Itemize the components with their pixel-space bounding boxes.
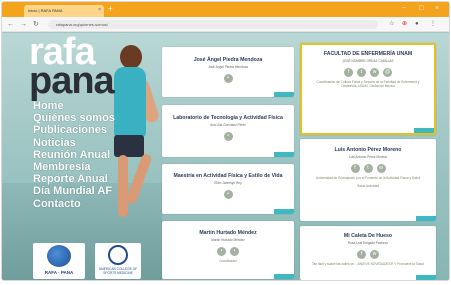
- card-corner-tab: [274, 152, 294, 157]
- card-subtitle: Rosa Leal Delgado Pacheco: [347, 241, 389, 245]
- address-bar[interactable]: rafapana.org/quienes-somos/: [48, 20, 378, 29]
- rafa-pana-logo-badge[interactable]: RAFA · PANA: [33, 243, 85, 279]
- card-title: Martín Hurtado Méndez: [199, 230, 257, 236]
- browser-tab[interactable]: Inicio | RAFA PANA ×: [24, 5, 104, 17]
- close-window-icon[interactable]: ×: [435, 4, 439, 14]
- card-subtitle: Ellen Jamesyn Rey: [214, 181, 242, 185]
- web-icon[interactable]: w: [370, 250, 379, 259]
- card-corner-tab: [274, 92, 294, 97]
- menu-item-publicaciones[interactable]: Publicaciones: [33, 124, 115, 136]
- card-subtitle: Ana Lilia González Pérez: [210, 123, 246, 127]
- globe-icon: [47, 245, 71, 267]
- link-icon[interactable]: •: [223, 190, 233, 199]
- extension-icon[interactable]: ⊕: [402, 20, 407, 29]
- card-subtitle: Martín Hurtado Méndez: [211, 238, 245, 242]
- card-corner-tab: [416, 275, 436, 280]
- facebook-icon[interactable]: f: [344, 68, 353, 77]
- card-extra: Salud Actividad: [357, 184, 379, 189]
- member-card[interactable]: Martín Hurtado Méndez Martín Hurtado Mén…: [162, 221, 294, 279]
- member-card[interactable]: Luis Antonio Pérez Moreno Luis Antonio P…: [300, 139, 436, 221]
- card-title: FACULTAD DE ENFERMERÍA UNAM: [323, 51, 413, 57]
- menu-item-home[interactable]: Home: [33, 100, 115, 112]
- reload-icon[interactable]: ↻: [33, 20, 39, 29]
- menu-item-noticias[interactable]: Noticias: [33, 137, 115, 149]
- card-body: Tan fácil y suave las calles se... ¡MUEV…: [311, 262, 425, 266]
- card-subtitle: JOSÉ NOMBRE ORDAZ CASILLAS: [342, 59, 394, 63]
- card-subtitle: José Ángel Piedra Mendoza: [208, 65, 248, 69]
- card-subtitle: Luis Antonio Pérez Moreno: [348, 155, 388, 159]
- tab-title: Inicio | RAFA PANA: [28, 8, 63, 13]
- menu-item-quienes-somos[interactable]: Quiénes somos: [33, 112, 115, 124]
- card-title: José Ángel Piedra Mendoza: [193, 57, 263, 63]
- twitter-icon[interactable]: t: [357, 68, 366, 77]
- link-icon[interactable]: •: [223, 132, 233, 141]
- member-card[interactable]: Mi Caleta De Hueso Rosa Leal Delgado Pac…: [300, 226, 436, 280]
- member-card[interactable]: Laboratorio de Tecnología y Actividad Fí…: [162, 105, 294, 157]
- email-icon[interactable]: •: [230, 247, 239, 256]
- web-page: rafa pana Home Quiénes somos Publicacion…: [2, 33, 449, 280]
- email-icon[interactable]: @: [383, 68, 392, 77]
- menu-item-dia-mundial-af[interactable]: Día Mundial AF: [33, 185, 115, 197]
- facebook-icon[interactable]: f: [350, 164, 360, 173]
- card-corner-tab: [274, 274, 294, 279]
- main-menu: Home Quiénes somos Publicaciones Noticia…: [33, 100, 115, 210]
- star-icon[interactable]: ☆: [389, 20, 394, 29]
- link-icon[interactable]: •: [223, 74, 233, 83]
- rafa-badge-caption: RAFA · PANA: [44, 270, 74, 275]
- menu-item-reunion-anual[interactable]: Reunión Anual: [33, 149, 115, 161]
- menu-item-contacto[interactable]: Contacto: [33, 198, 115, 210]
- acsm-seal-icon: [108, 245, 128, 265]
- tab-bar: Inicio | RAFA PANA × + − □ ×: [2, 2, 449, 17]
- minimize-icon[interactable]: −: [402, 4, 406, 14]
- member-card[interactable]: Maestría en Actividad Física y Estilo de…: [162, 164, 294, 214]
- back-icon[interactable]: ←: [7, 20, 14, 29]
- url-text: rafapana.org/quienes-somos/: [56, 22, 109, 27]
- card-body: Coordinación de Cultura Física y Deporte…: [316, 80, 420, 89]
- tab-close-icon[interactable]: ×: [98, 7, 101, 13]
- web-icon[interactable]: w: [370, 68, 379, 77]
- menu-icon[interactable]: ⋮: [430, 20, 436, 29]
- maximize-icon[interactable]: □: [419, 4, 423, 14]
- member-card-highlighted[interactable]: FACULTAD DE ENFERMERÍA UNAM JOSÉ NOMBRE …: [300, 43, 436, 135]
- forward-icon[interactable]: →: [20, 20, 27, 29]
- acsm-badge-caption: AMERICAN COLLEGE OF SPORTS MEDICINE: [98, 267, 138, 275]
- menu-item-reporte-anual[interactable]: Reporte Anual: [33, 173, 115, 185]
- card-corner-tab: [274, 209, 294, 214]
- twitter-icon[interactable]: t: [363, 164, 373, 173]
- card-title: Laboratorio de Tecnología y Actividad Fí…: [173, 115, 283, 121]
- acsm-logo-badge[interactable]: AMERICAN COLLEGE OF SPORTS MEDICINE: [95, 243, 141, 279]
- web-icon[interactable]: w: [376, 164, 386, 173]
- browser-toolbar: ← → ↻ rafapana.org/quienes-somos/ ☆ ⊕ ● …: [2, 17, 449, 32]
- member-card[interactable]: José Ángel Piedra Mendoza José Ángel Pie…: [162, 47, 294, 97]
- web-icon[interactable]: •: [217, 247, 226, 256]
- card-body: Universidad de Guanajuato, por el Foment…: [315, 176, 421, 180]
- card-title: Luis Antonio Pérez Moreno: [334, 147, 402, 153]
- logo-pana[interactable]: pana: [29, 62, 115, 100]
- profile-icon[interactable]: ●: [415, 20, 419, 29]
- menu-item-membresia[interactable]: Membresía: [33, 161, 115, 173]
- card-body: Coordinador: [219, 259, 237, 263]
- card-corner-tab: [416, 216, 436, 221]
- browser-window: Inicio | RAFA PANA × + − □ × ← → ↻ rafap…: [1, 1, 450, 281]
- card-title: Mi Caleta De Hueso: [343, 233, 393, 239]
- new-tab-icon[interactable]: +: [108, 4, 113, 14]
- facebook-icon[interactable]: f: [357, 250, 366, 259]
- card-corner-tab: [414, 128, 434, 133]
- card-title: Maestría en Actividad Física y Estilo de…: [173, 173, 283, 179]
